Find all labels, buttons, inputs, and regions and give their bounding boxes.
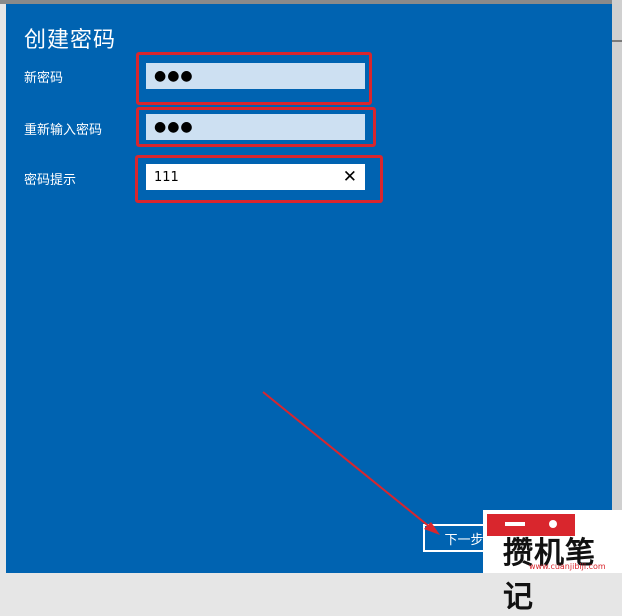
highlight-box-password-hint xyxy=(135,155,383,203)
highlight-box-confirm-password xyxy=(136,107,376,147)
watermark-logo: 攒机笔记 www.cuanjibiji.com xyxy=(483,510,622,615)
background-window-edge xyxy=(612,40,622,42)
confirm-password-label: 重新输入密码 xyxy=(24,123,103,138)
watermark-url: www.cuanjibiji.com xyxy=(529,562,606,571)
new-password-label: 新密码 xyxy=(24,71,64,86)
background-window-edge xyxy=(612,0,622,573)
password-hint-label: 密码提示 xyxy=(24,173,77,188)
watermark-text: 攒机笔记 xyxy=(503,536,596,615)
dialog-title: 创建密码 xyxy=(24,28,117,53)
highlight-box-new-password xyxy=(136,52,372,105)
